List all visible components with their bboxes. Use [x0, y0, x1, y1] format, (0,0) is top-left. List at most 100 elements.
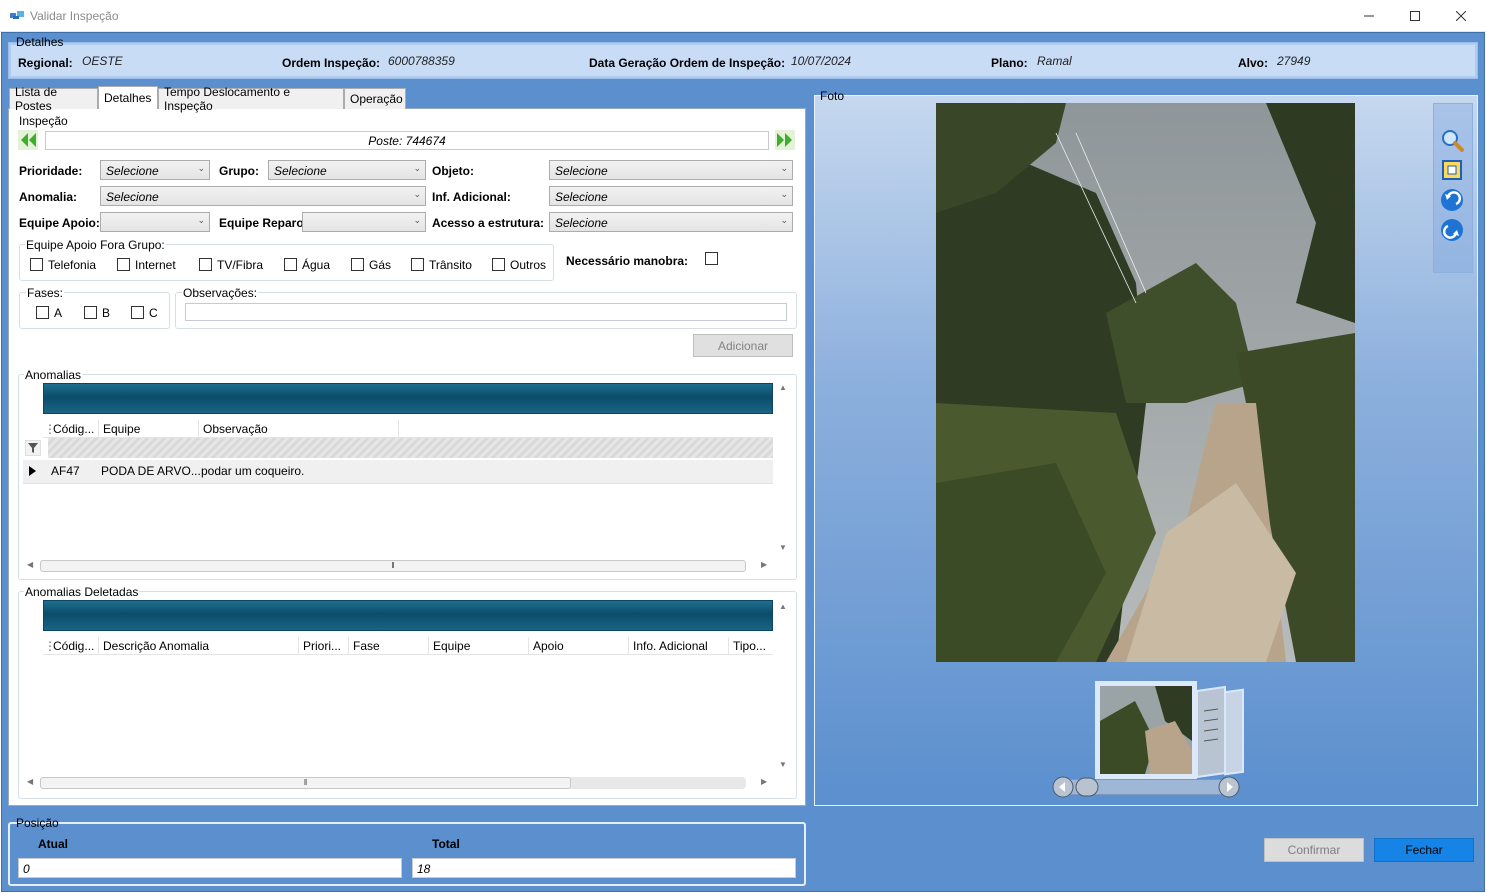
- col-equipe[interactable]: Equipe: [103, 422, 140, 436]
- chevron-down-icon: ⌄: [780, 215, 788, 225]
- checkbox-internet[interactable]: [117, 258, 130, 271]
- col-equipe[interactable]: Equipe: [433, 639, 470, 653]
- checkbox-fase-c[interactable]: [131, 306, 144, 319]
- previous-poste-button[interactable]: [18, 130, 38, 150]
- maximize-button[interactable]: [1392, 0, 1438, 31]
- rotate-left-icon[interactable]: [1440, 188, 1464, 212]
- thumbnail-1[interactable]: [1095, 681, 1197, 779]
- fechar-button[interactable]: Fechar: [1374, 838, 1474, 862]
- inspection-photo[interactable]: [936, 103, 1355, 662]
- col-codigo[interactable]: Códig...: [53, 639, 94, 653]
- detalhes-legend: Detalhes: [16, 35, 64, 49]
- equipe-apoio-select[interactable]: ⌄: [100, 212, 210, 232]
- col-prioridade[interactable]: Priori...: [303, 639, 341, 653]
- thumbnail-3[interactable]: [1224, 688, 1244, 776]
- hscroll-thumb[interactable]: ‖: [40, 777, 571, 789]
- ordem-label: Ordem Inspeção:: [282, 56, 381, 70]
- table-row[interactable]: AF47 PODA DE ARVO... podar um coqueiro.: [23, 460, 773, 484]
- filter-row[interactable]: [48, 438, 773, 458]
- tab-operacao[interactable]: Operação: [344, 88, 406, 109]
- observacoes-input[interactable]: [185, 303, 787, 321]
- anomalias-hscroll[interactable]: ◀ ‖ ▶: [24, 559, 774, 573]
- adicionar-button[interactable]: Adicionar: [693, 334, 793, 357]
- col-tipo[interactable]: Tipo...: [733, 639, 766, 653]
- maximize-icon: [1410, 10, 1420, 21]
- acesso-estrutura-label: Acesso a estrutura:: [432, 216, 545, 230]
- confirmar-button[interactable]: Confirmar: [1264, 838, 1364, 862]
- plano-value: Ramal: [1037, 54, 1072, 68]
- grupo-select[interactable]: Selecione ⌄: [268, 160, 426, 180]
- app-icon: [10, 11, 24, 19]
- fit-to-screen-icon[interactable]: [1441, 159, 1463, 181]
- chevron-down-icon: ⌄: [780, 163, 788, 173]
- chevron-down-icon: ⌄: [413, 189, 421, 199]
- scroll-right-icon[interactable]: ▶: [761, 560, 767, 569]
- tab-tempo-deslocamento[interactable]: Tempo Deslocamento e Inspeção: [158, 85, 344, 113]
- acesso-estrutura-select[interactable]: Selecione ⌄: [549, 212, 793, 232]
- outros-label: Outros: [510, 258, 547, 272]
- col-fase[interactable]: Fase: [353, 639, 380, 653]
- equipe-reparo-select[interactable]: ⌄: [302, 212, 426, 232]
- thumbnail-slider-thumb[interactable]: [1075, 777, 1099, 797]
- anomalias-header-row: ⋮ Códig... Equipe Observação: [43, 420, 773, 438]
- tab-lista-de-postes[interactable]: Lista de Postes: [9, 85, 98, 113]
- zoom-icon[interactable]: [1440, 128, 1464, 152]
- checkbox-outros[interactable]: [492, 258, 505, 271]
- cell-observacao: podar um coqueiro.: [201, 464, 305, 478]
- regional-label: Regional:: [18, 56, 73, 70]
- anomalias-legend: Anomalias: [24, 368, 83, 382]
- next-poste-button[interactable]: [775, 130, 795, 150]
- col-info-adicional[interactable]: Info. Adicional: [633, 639, 708, 653]
- deletadas-hscroll[interactable]: ◀ ‖ ▶: [24, 776, 774, 790]
- hscroll-thumb[interactable]: ‖: [40, 560, 746, 572]
- col-codigo[interactable]: Códig...: [53, 422, 94, 436]
- col-descricao[interactable]: Descrição Anomalia: [103, 639, 209, 653]
- scroll-down-icon[interactable]: ▼: [779, 543, 787, 552]
- equipe-reparo-label: Equipe Reparo:: [219, 216, 308, 230]
- anomalias-vscroll[interactable]: ▲ ▼: [776, 383, 790, 556]
- checkbox-fase-b[interactable]: [84, 306, 97, 319]
- rotate-right-icon[interactable]: [1440, 218, 1464, 242]
- atual-field[interactable]: 0: [18, 858, 402, 878]
- filter-icon[interactable]: [25, 440, 41, 456]
- checkbox-tv-fibra[interactable]: [199, 258, 212, 271]
- close-window-button[interactable]: [1438, 0, 1484, 31]
- scroll-left-icon[interactable]: ◀: [27, 560, 33, 569]
- checkbox-agua[interactable]: [284, 258, 297, 271]
- gas-label: Gás: [369, 258, 392, 272]
- checkbox-manobra[interactable]: [705, 252, 718, 265]
- col-apoio[interactable]: Apoio: [533, 639, 564, 653]
- checkbox-telefonia[interactable]: [30, 258, 43, 271]
- deletadas-vscroll[interactable]: ▲ ▼: [776, 600, 790, 773]
- inspecao-legend: Inspeção: [18, 114, 69, 128]
- scroll-down-icon[interactable]: ▼: [779, 760, 787, 769]
- objeto-select[interactable]: Selecione ⌄: [549, 160, 793, 180]
- chevron-down-icon: ⌄: [197, 163, 205, 173]
- scroll-left-icon[interactable]: ◀: [27, 777, 33, 786]
- total-field[interactable]: 18: [412, 858, 796, 878]
- prioridade-select[interactable]: Selecione ⌄: [100, 160, 210, 180]
- scroll-up-icon[interactable]: ▲: [779, 383, 787, 392]
- inf-adicional-select[interactable]: Selecione ⌄: [549, 186, 793, 206]
- total-label: Total: [432, 837, 460, 851]
- checkbox-transito[interactable]: [411, 258, 424, 271]
- tv-fibra-label: TV/Fibra: [217, 258, 264, 272]
- thumbnail-prev-button[interactable]: [1051, 776, 1075, 798]
- checkbox-fase-a[interactable]: [36, 306, 49, 319]
- checkbox-gas[interactable]: [351, 258, 364, 271]
- col-observacao[interactable]: Observação: [203, 422, 268, 436]
- anomalia-select[interactable]: Selecione ⌄: [100, 186, 426, 206]
- scroll-up-icon[interactable]: ▲: [779, 602, 787, 611]
- fase-c-label: C: [149, 306, 158, 320]
- inf-adicional-value: Selecione: [555, 190, 608, 204]
- scroll-right-icon[interactable]: ▶: [761, 777, 767, 786]
- thumbnail-next-button[interactable]: [1217, 776, 1241, 798]
- tab-detalhes[interactable]: Detalhes: [98, 86, 158, 109]
- telefonia-label: Telefonia: [48, 258, 97, 272]
- alvo-label: Alvo:: [1238, 56, 1268, 70]
- minimize-button[interactable]: [1346, 0, 1392, 31]
- anomalia-value: Selecione: [106, 190, 159, 204]
- atual-label: Atual: [38, 837, 68, 851]
- manobra-label: Necessário manobra:: [566, 254, 689, 268]
- thumbnail-2[interactable]: [1196, 685, 1226, 779]
